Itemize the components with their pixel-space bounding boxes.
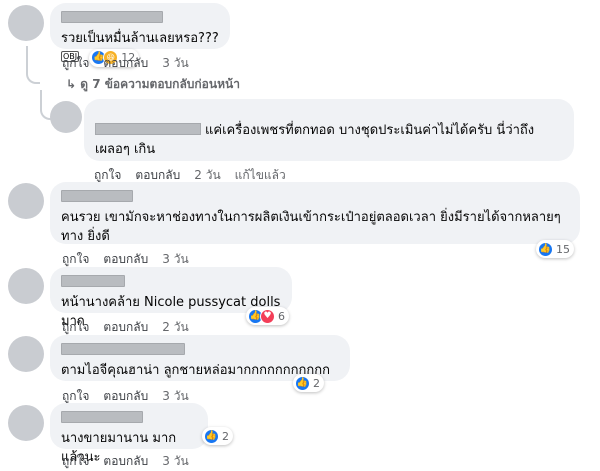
avatar[interactable] <box>50 101 82 133</box>
like-button[interactable]: ถูกใจ <box>62 252 89 266</box>
comment-actions: ถูกใจ ตอบกลับ 3 วัน <box>62 452 203 471</box>
reply-button[interactable]: ตอบกลับ <box>103 252 148 266</box>
commenter-name[interactable] <box>61 343 185 355</box>
like-button[interactable]: ถูกใจ <box>94 168 121 182</box>
avatar[interactable] <box>8 183 44 219</box>
avatar[interactable] <box>8 405 44 441</box>
like-button[interactable]: ถูกใจ <box>62 320 89 334</box>
comment-actions: ถูกใจ ตอบกลับ 3 วัน <box>62 54 203 73</box>
view-more-replies-link[interactable]: ↳ ดู 7 ข้อความตอบกลับก่อนหน้า <box>66 75 240 94</box>
reply-thread-curve <box>26 72 40 84</box>
like-button[interactable]: ถูกใจ <box>62 56 89 70</box>
timestamp[interactable]: 3 วัน <box>162 389 188 403</box>
comment-bubble: แค่เครื่องเพชรที่ตกทอด บางชุดประเมินค่าไ… <box>84 99 574 161</box>
reply-button[interactable]: ตอบกลับ <box>103 56 148 70</box>
commenter-name[interactable] <box>61 411 143 423</box>
commenter-name[interactable] <box>95 123 201 135</box>
reaction-summary[interactable]: 👍 ♥ 6 <box>246 307 289 325</box>
reaction-summary[interactable]: 👍 2 <box>202 427 233 445</box>
timestamp[interactable]: 3 วัน <box>162 252 188 266</box>
timestamp[interactable]: 2 วัน <box>194 168 220 182</box>
comment-text: รวยเป็นหมื่นล้านเลยหรอ??? <box>61 31 219 46</box>
reply-button[interactable]: ตอบกลับ <box>103 389 148 403</box>
reply-arrow-icon: ↳ <box>66 77 81 91</box>
reply-thread-line <box>26 46 28 72</box>
comment-text: คนรวย เขามักจะหาช่องทางในการผลิตเงินเข้า… <box>61 210 561 244</box>
comment-bubble: คนรวย เขามักจะหาช่องทางในการผลิตเงินเข้า… <box>50 182 580 244</box>
commenter-name[interactable] <box>61 11 163 23</box>
avatar[interactable] <box>8 268 44 304</box>
commenter-name[interactable] <box>61 190 133 202</box>
reply-button[interactable]: ตอบกลับ <box>135 168 180 182</box>
timestamp[interactable]: 2 วัน <box>162 320 188 334</box>
reply-button[interactable]: ตอบกลับ <box>103 320 148 334</box>
comment-bubble: นางขายมานาน มากแล้วนะ <box>50 403 208 465</box>
love-reaction-icon: ♥ <box>260 308 275 324</box>
edited-label[interactable]: แก้ไขแล้ว <box>235 168 286 182</box>
like-reaction-icon: 👍 <box>538 241 553 257</box>
like-button[interactable]: ถูกใจ <box>62 389 89 403</box>
like-reaction-icon: 👍 <box>295 375 310 391</box>
avatar[interactable] <box>8 336 44 372</box>
reaction-summary[interactable]: 👍 15 <box>536 240 574 258</box>
commenter-name[interactable] <box>61 275 125 287</box>
avatar[interactable] <box>8 5 44 41</box>
comment-bubble: รวยเป็นหมื่นล้านเลยหรอ??? OBJ 👍 😆 12 <box>50 3 230 67</box>
timestamp[interactable]: 3 วัน <box>162 56 188 70</box>
reaction-summary[interactable]: 👍 2 <box>293 374 324 392</box>
like-reaction-icon: 👍 <box>204 428 219 444</box>
